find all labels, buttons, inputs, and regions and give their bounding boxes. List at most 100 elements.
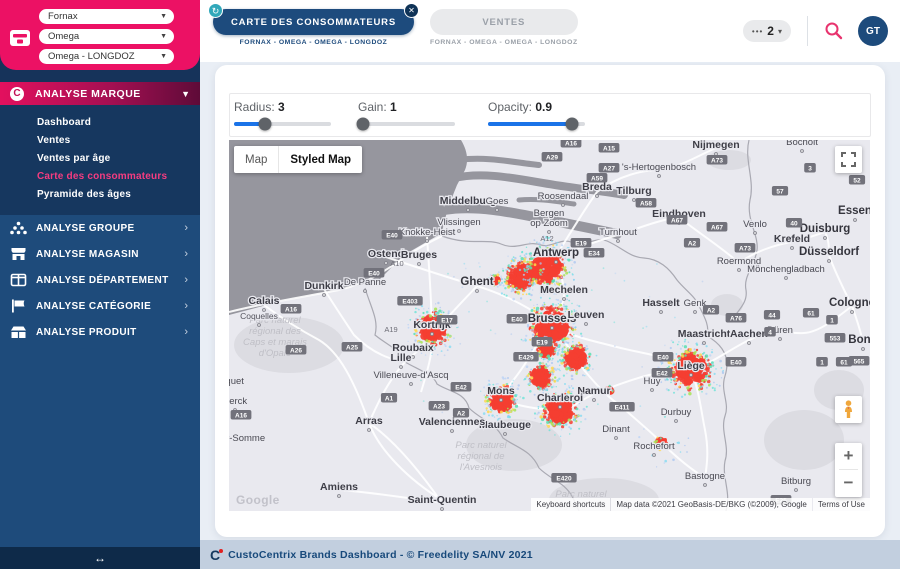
section-label: ANALYSE MARQUE (35, 88, 181, 100)
avatar[interactable]: GT (858, 16, 888, 46)
footer: C CustoCentrix Brands Dashboard - © Free… (200, 540, 900, 569)
map-attribution: Keyboard shortcuts Map data ©2021 GeoBas… (531, 498, 870, 511)
group-dots-icon (10, 221, 27, 235)
gain-slider-thumb[interactable] (356, 118, 369, 131)
map-city-label: Touquet (229, 376, 244, 387)
refresh-icon[interactable]: ↻ (208, 3, 223, 18)
road-badge-label: E42 (455, 384, 467, 391)
sidebar-item-pyramide-des-ages[interactable]: Pyramide des âges (0, 186, 200, 204)
sidebar-item-analyse-categorie[interactable]: ANALYSE CATÉGORIE › (0, 293, 200, 319)
map-city-label: Antwerp (533, 247, 579, 259)
gain-slider[interactable] (358, 122, 455, 126)
road-badge-label: 1 (830, 317, 834, 324)
map-city-label: Goes (486, 196, 509, 207)
road-badge-label: A26 (290, 347, 302, 354)
city-dot (862, 348, 865, 351)
close-icon[interactable]: ✕ (404, 3, 419, 18)
city-dot (431, 333, 434, 336)
road-badge-label: E40 (386, 232, 398, 239)
map-city-label: Turnhout (599, 227, 637, 238)
map-city-label: Villeneuve-d'Ascq (373, 370, 448, 381)
tab-count-selector[interactable]: ••• 2 ▾ (743, 20, 791, 42)
tab-carte-des-consommateurs[interactable]: ↻ CARTE DES CONSOMMATEURS ✕ FORNAX - OME… (213, 9, 414, 46)
terms-of-use-link[interactable]: Terms of Use (813, 498, 870, 511)
topbar-right: ••• 2 ▾ GT (743, 0, 888, 62)
heat-speckle (465, 268, 467, 270)
park-label: régional de (457, 451, 504, 462)
chevron-down-icon: ▼ (160, 29, 167, 44)
marque-submenu: Dashboard Ventes Ventes par âge Carte de… (0, 105, 200, 215)
road-badge-label: E429 (518, 354, 534, 361)
zoom-out-button[interactable]: − (835, 470, 862, 496)
road-label: A12 (540, 234, 553, 243)
map-city-label: Venlo (743, 219, 767, 230)
city-dot (496, 209, 499, 212)
zoom-in-button[interactable]: + (835, 443, 862, 469)
map-city-label: Liège (677, 360, 705, 372)
city-dot (791, 247, 794, 250)
chevron-right-icon: › (184, 300, 188, 312)
radius-slider[interactable] (234, 122, 331, 126)
footer-text: CustoCentrix Brands Dashboard - © Freede… (228, 549, 533, 561)
road-badge-label: A2 (707, 307, 716, 314)
search-icon[interactable] (824, 21, 844, 41)
heat-speckle (641, 366, 643, 368)
sidebar-item-carte-des-consommateurs[interactable]: Carte des consommateurs (0, 168, 200, 186)
city-dot (824, 237, 827, 240)
radius-slider-thumb[interactable] (259, 118, 272, 131)
heat-speckle (486, 403, 488, 405)
sidebar-collapse-toggle[interactable]: ↔ (0, 547, 200, 569)
map-data-attribution: Map data ©2021 GeoBasis-DE/BKG (©2009), … (611, 498, 812, 511)
heat-speckle (423, 400, 425, 402)
keyboard-shortcuts-link[interactable]: Keyboard shortcuts (531, 498, 610, 511)
brand-select[interactable]: Fornax▼ (39, 9, 174, 24)
map-city-label: op Zoom (530, 218, 568, 229)
map-city-label: Berck (229, 396, 247, 407)
sidebar-item-analyse-magasin[interactable]: ANALYSE MAGASIN › (0, 241, 200, 267)
chevron-down-icon: ▾ (778, 27, 782, 36)
map-city-label: Durbuy (661, 407, 692, 418)
fullscreen-button[interactable] (835, 146, 862, 173)
heat-speckle (519, 396, 521, 398)
sidebar-item-analyse-groupe[interactable]: ANALYSE GROUPE › (0, 215, 200, 241)
city-dot (563, 298, 566, 301)
opacity-slider[interactable] (488, 122, 585, 126)
road-badge-label: E420 (556, 475, 572, 482)
pegman-streetview-button[interactable] (835, 396, 862, 423)
heat-speckle (662, 362, 664, 364)
subbrand-select[interactable]: Omega - LONGDOZ▼ (39, 49, 174, 64)
sidebar-item-analyse-produit[interactable]: ANALYSE PRODUIT › (0, 319, 200, 345)
group-select[interactable]: Omega▼ (39, 29, 174, 44)
menu-label: ANALYSE GROUPE (36, 223, 184, 234)
chevron-down-icon: ▼ (160, 49, 167, 64)
heat-speckle (664, 345, 666, 347)
sidebar-item-dashboard[interactable]: Dashboard (0, 114, 200, 132)
road-label: A19 (384, 325, 397, 334)
map-city-label: Bonn (848, 334, 870, 346)
heat-speckle (453, 276, 455, 278)
tab-ventes[interactable]: VENTES FORNAX - OMEGA - OMEGA - LONGDOZ (430, 9, 578, 46)
sidebar-item-ventes-par-age[interactable]: Ventes par âge (0, 150, 200, 168)
map-canvas[interactable]: Parc naturelrégional desCaps et maraisd'… (229, 140, 870, 511)
sidebar-item-ventes[interactable]: Ventes (0, 132, 200, 150)
road-badge-label: 1 (820, 359, 824, 366)
map-type-styled-button[interactable]: Styled Map (279, 146, 362, 173)
city-dot (504, 433, 507, 436)
map-city-label: Huy (644, 376, 661, 387)
heat-speckle (463, 263, 465, 265)
heat-speckle (603, 267, 605, 269)
city-dot (585, 323, 588, 326)
heat-speckle (447, 273, 449, 275)
road-badge-label: 565 (854, 358, 865, 365)
map-city-label: Saint-Quentin (408, 494, 477, 506)
heat-speckle (444, 354, 446, 356)
road-badge-label: A1 (385, 395, 394, 402)
opacity-slider-thumb[interactable] (566, 118, 579, 131)
sidebar-item-analyse-departement[interactable]: ANALYSE DÉPARTEMENT › (0, 267, 200, 293)
city-dot (617, 240, 620, 243)
heat-speckle (479, 266, 481, 268)
sidebar-section-analyse-marque[interactable]: C ANALYSE MARQUE ▼ (0, 82, 200, 105)
map-city-label: Essen (838, 205, 870, 217)
map-type-map-button[interactable]: Map (234, 146, 278, 173)
road-badge-label: E34 (588, 250, 600, 257)
